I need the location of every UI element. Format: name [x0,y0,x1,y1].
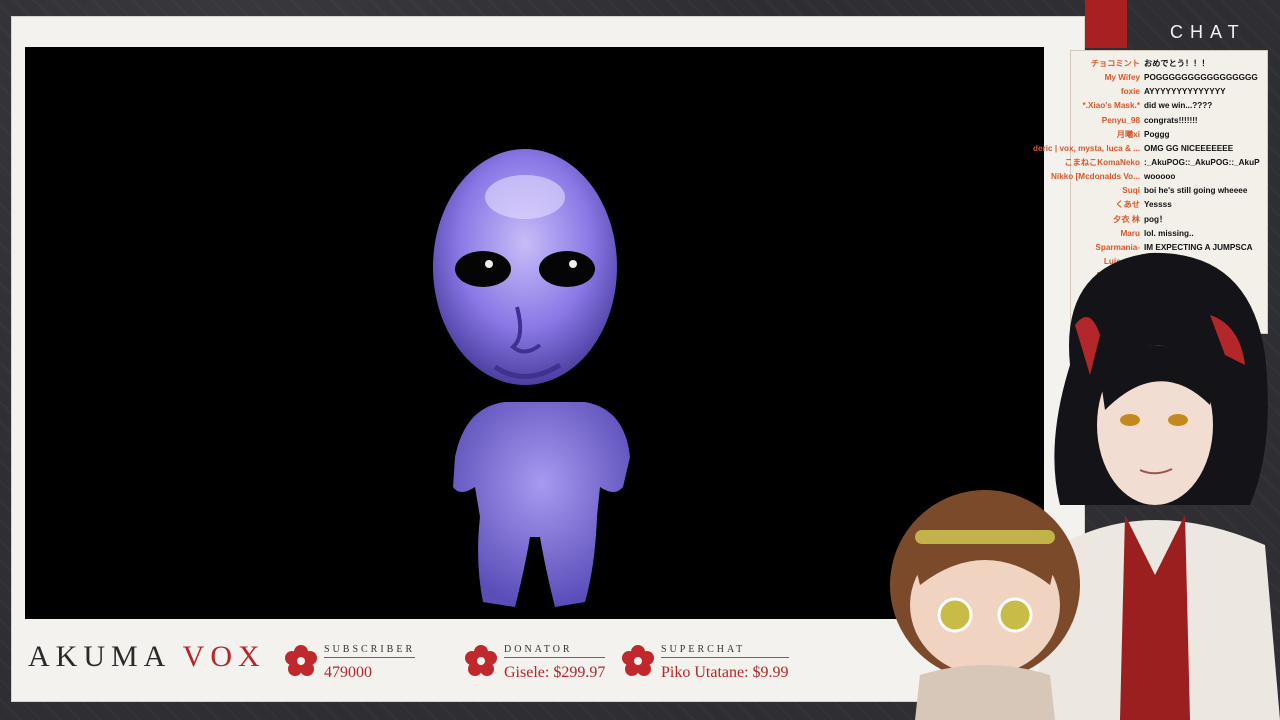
chat-message: Suqi boi he's still going wheeee [1000,184,1264,198]
superchat-label: SUPERCHAT [661,644,789,658]
chat-username: こまねこKomaNeko [1064,157,1140,167]
donator-stat: DONATOR Gisele: $299.97 [464,642,606,682]
flower-icon [622,645,654,676]
chat-message: foxie AYYYYYYYYYYYYYY [1000,85,1264,99]
chat-text: boi he's still going wheeee [1144,186,1248,196]
subscriber-count: 479000 [324,664,372,681]
chat-text: did we win...???? [1144,101,1213,111]
chat-text: lol. missing.. [1144,228,1194,238]
chat-text: pog！ [1144,214,1168,224]
chat-username: *.Xiao's Mask.* [1082,101,1140,111]
chat-username: 月曦xi [1116,129,1140,139]
chat-text: Poggg [1144,129,1170,139]
chat-text: OMG GG NICEEEEEEE [1144,143,1234,153]
subscriber-label: SUBSCRIBER [324,644,416,658]
superchat-value: Piko Utatane: $9.99 [661,664,789,681]
flower-icon [285,645,317,676]
brand-name: AKUMA [28,640,170,673]
chat-text: congrats!!!!!!! [1144,115,1198,125]
chat-username: 夕衣 林 [1113,214,1140,224]
chat-username: Suqi [1122,186,1140,196]
chat-message: 夕衣 林 pog！ [1000,213,1264,227]
chat-message: Penyu_98 congrats!!!!!!! [1000,114,1264,128]
chat-message: *.Xiao's Mask.* did we win...???? [1000,99,1264,113]
chat-text: POGGGGGGGGGGGGGGGG [1144,73,1258,83]
chat-text: :_AkuPOG::_AkuPOG::_AkuP [1144,157,1260,167]
chat-message: Maru lol. missing.. [1000,227,1264,241]
chat-title: CHAT [1170,22,1246,42]
chat-message: くあせ Yessss [1000,198,1264,212]
donator-label: DONATOR [504,644,606,658]
subscriber-stat: SUBSCRIBER 479000 [284,642,416,682]
chat-username: foxie [1120,87,1140,97]
chat-message: 月曦xi Poggg [1000,128,1264,142]
chat-username: Maru [1120,228,1140,238]
chat-text: wooooo [1144,172,1176,182]
chat-username: deric | vox, mysta, luca & ... [1033,143,1140,153]
flower-icon [465,645,497,676]
chat-username: くあせ [1115,200,1140,210]
chat-accent-strip [1085,0,1127,48]
chat-text: おめでとう！！！ [1144,59,1210,68]
chat-message: Nikko [Mcdonalds Vo... wooooo [1000,170,1264,184]
chat-text: Yessss [1144,200,1172,210]
chat-username: My Wifey [1104,73,1140,83]
donator-value: Gisele: $299.97 [504,664,606,681]
channel-brand: AKUMA VOX [28,640,266,674]
chat-message: deric | vox, mysta, luca & ... OMG GG NIC… [1000,142,1264,156]
chat-username: チョコミント [1090,59,1140,68]
brand-name-accent: VOX [182,640,266,673]
chat-username: Penyu_98 [1101,115,1140,125]
chat-message: チョコミント おめでとう！！！ [1000,57,1264,71]
chat-username: Nikko [Mcdonalds Vo... [1050,172,1140,182]
chat-message: こまねこKomaNeko :_AkuPOG::_AkuPOG::_AkuP [1000,156,1264,170]
superchat-stat: SUPERCHAT Piko Utatane: $9.99 [621,642,789,682]
chat-text: AYYYYYYYYYYYYYY [1144,87,1226,97]
vtuber-avatar-shoto-chibi [890,490,1080,720]
chat-message: My Wifey POGGGGGGGGGGGGGGGG [1000,71,1264,85]
